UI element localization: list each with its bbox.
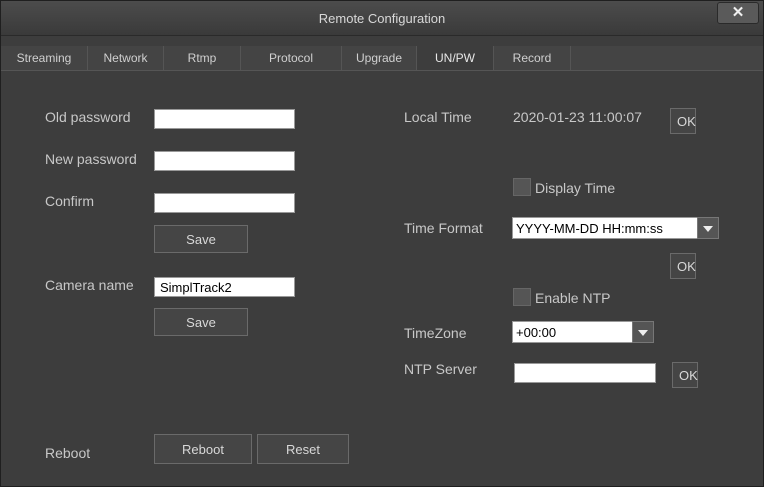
reboot-label: Reboot — [45, 445, 91, 461]
time-format-label: Time Format — [404, 220, 483, 236]
display-time-checkbox[interactable] — [513, 178, 531, 196]
local-time-value: 2020-01-23 11:00:07 — [513, 109, 642, 125]
tab-bar: Streaming Network Rtmp Protocol Upgrade … — [1, 46, 763, 71]
confirm-password-label: Confirm — [45, 193, 95, 209]
chevron-down-icon — [632, 321, 654, 343]
reset-button[interactable]: Reset — [257, 434, 349, 464]
old-password-field[interactable] — [154, 109, 295, 129]
window-title: Remote Configuration — [318, 11, 446, 26]
new-password-field[interactable] — [154, 151, 295, 171]
enable-ntp-label: Enable NTP — [535, 290, 611, 306]
camera-name-field[interactable] — [154, 277, 295, 297]
new-password-label: New password — [45, 151, 137, 167]
local-time-ok-button[interactable]: OK — [670, 108, 696, 134]
ntp-server-label: NTP Server — [404, 361, 477, 377]
display-time-label: Display Time — [535, 180, 616, 196]
timezone-value: +00:00 — [516, 325, 557, 340]
title-bar[interactable]: Remote Configuration ✕ — [1, 1, 763, 36]
timezone-select[interactable]: +00:00 — [512, 321, 654, 343]
ntp-server-ok-button[interactable]: OK — [672, 362, 698, 388]
tab-un-pw[interactable]: UN/PW — [417, 46, 494, 70]
enable-ntp-checkbox[interactable] — [513, 288, 531, 306]
chevron-down-icon — [697, 217, 719, 239]
old-password-label: Old password — [45, 109, 131, 125]
tab-upgrade[interactable]: Upgrade — [342, 46, 417, 70]
local-time-label: Local Time — [404, 109, 472, 125]
time-format-value: YYYY-MM-DD HH:mm:ss — [516, 221, 663, 236]
ntp-server-field[interactable] — [514, 363, 656, 383]
close-button[interactable]: ✕ — [717, 2, 759, 24]
remote-configuration-window: Remote Configuration ✕ Streaming Network… — [0, 0, 764, 487]
time-format-ok-button[interactable]: OK — [670, 253, 696, 279]
tab-network[interactable]: Network — [88, 46, 164, 70]
time-format-select[interactable]: YYYY-MM-DD HH:mm:ss — [512, 217, 719, 239]
timezone-label: TimeZone — [404, 325, 467, 341]
save-password-button[interactable]: Save — [154, 225, 248, 253]
tab-streaming[interactable]: Streaming — [1, 46, 88, 70]
tab-record[interactable]: Record — [494, 46, 571, 70]
save-camera-name-button[interactable]: Save — [154, 308, 248, 336]
confirm-password-field[interactable] — [154, 193, 295, 213]
tab-bar-filler — [571, 46, 763, 70]
close-icon: ✕ — [731, 4, 745, 21]
camera-name-label: Camera name — [45, 277, 134, 293]
tab-rtmp[interactable]: Rtmp — [164, 46, 241, 70]
reboot-button[interactable]: Reboot — [154, 434, 252, 464]
tab-protocol[interactable]: Protocol — [241, 46, 342, 70]
